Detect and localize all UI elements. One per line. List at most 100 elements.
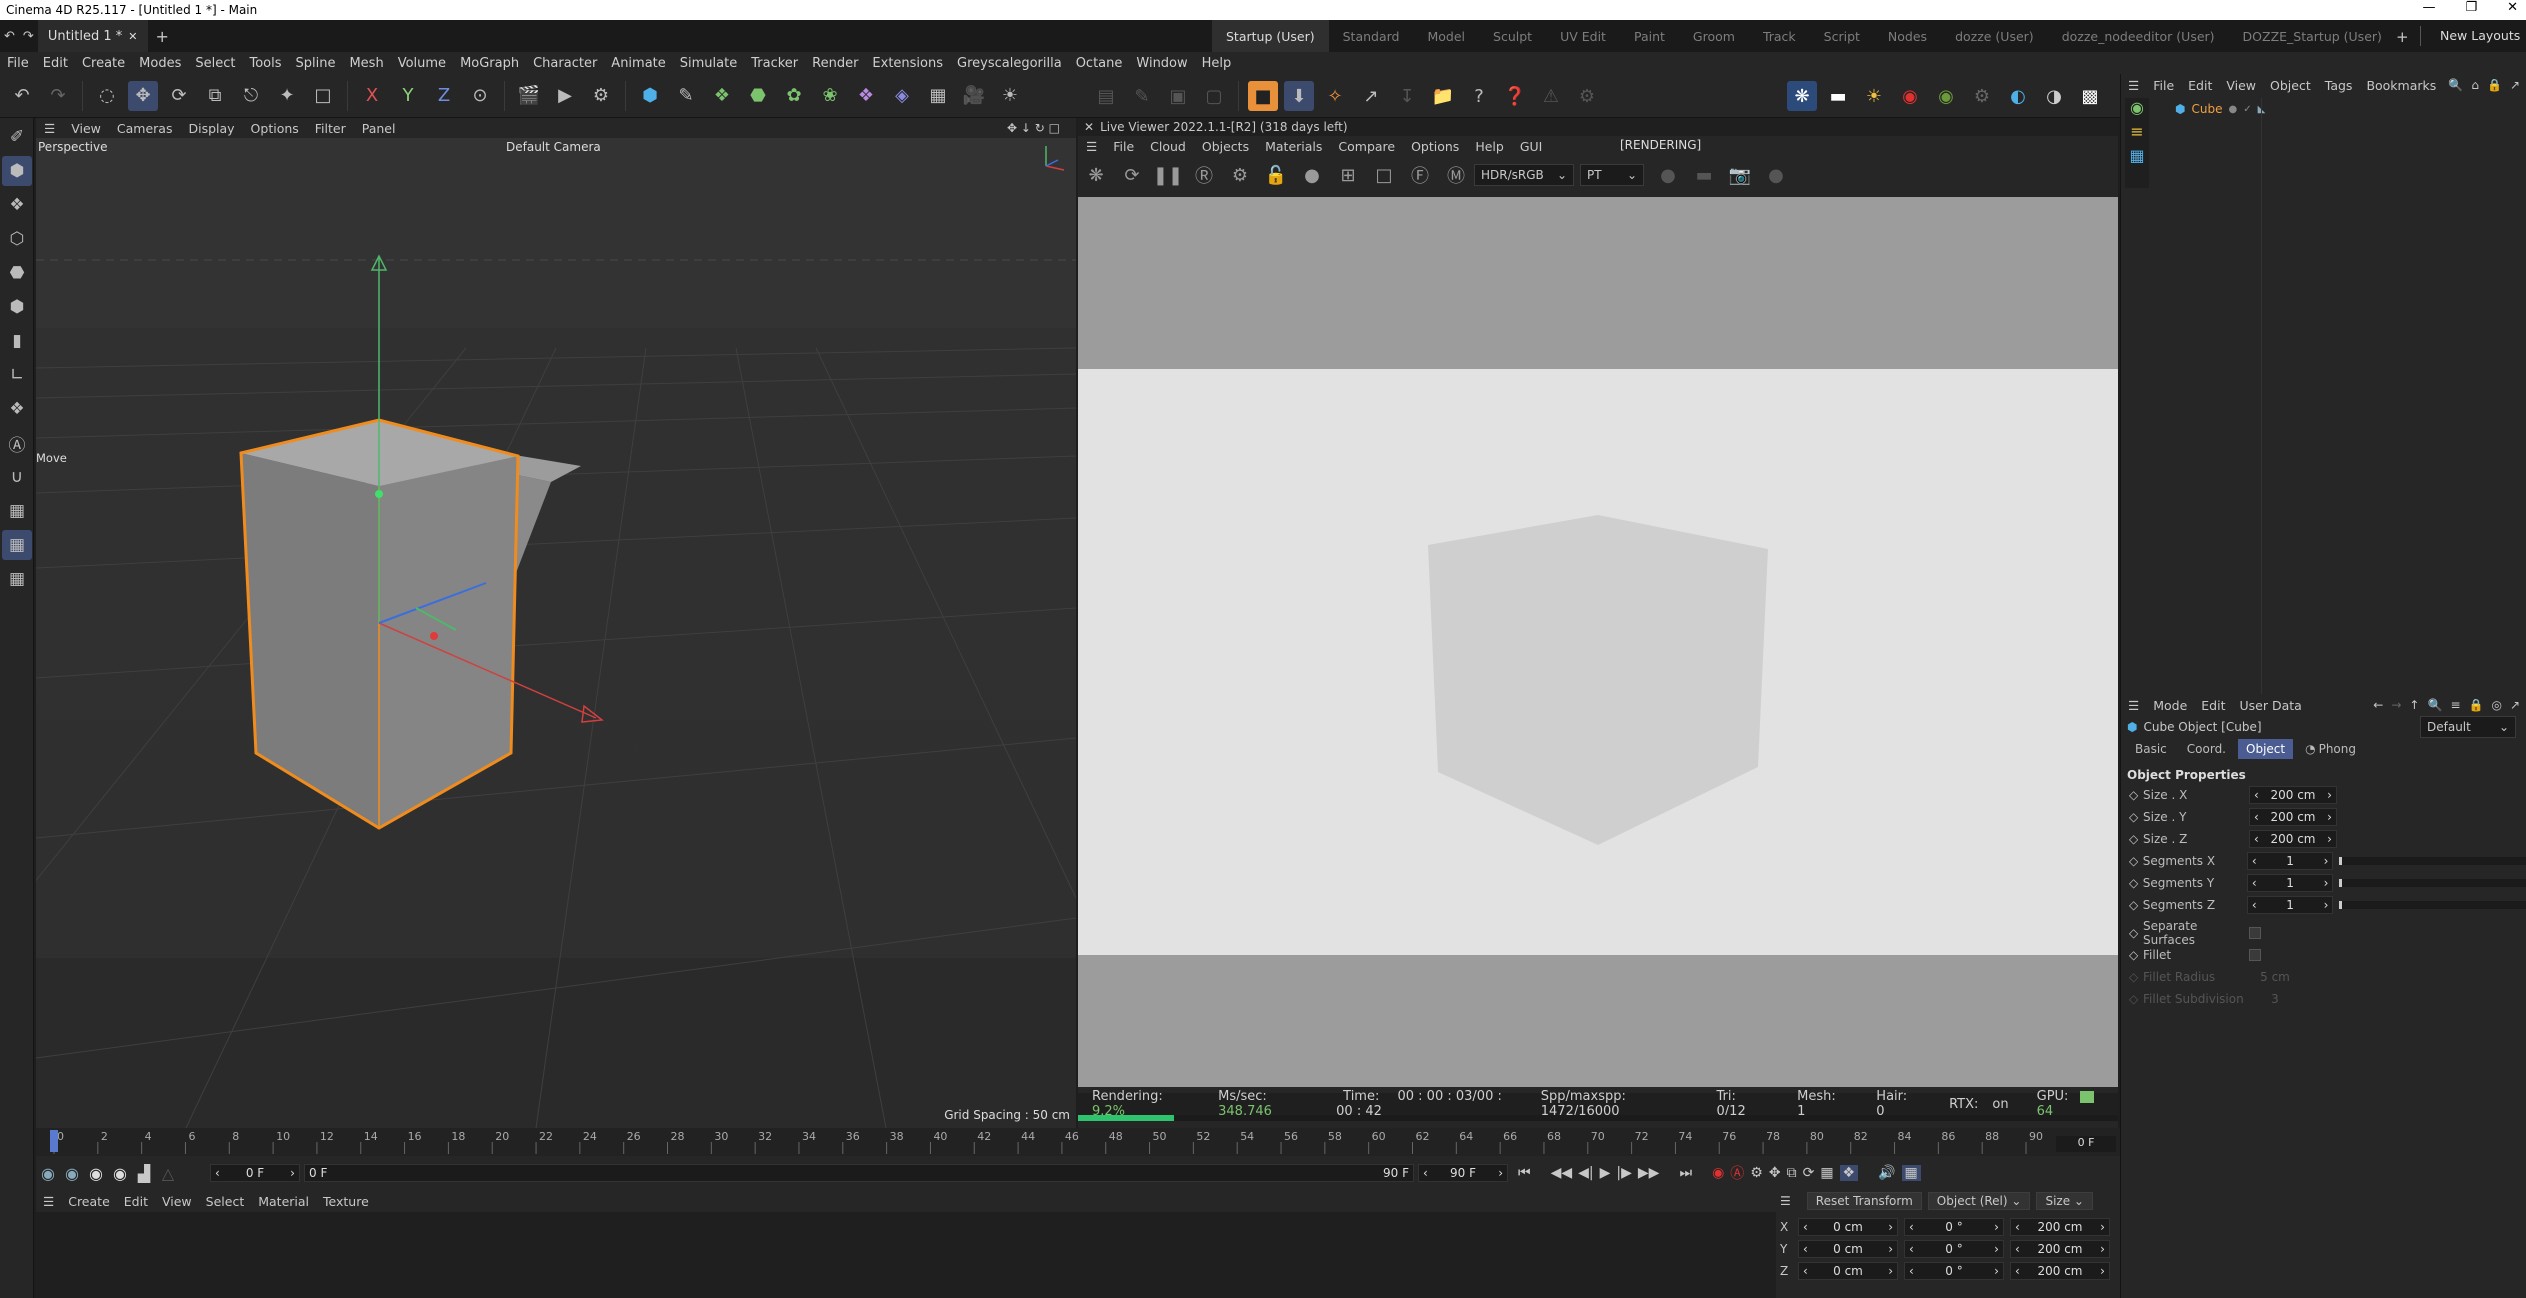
layout-tab[interactable]: dozze (User) — [1941, 20, 2048, 52]
lv-menu-help[interactable]: Help — [1467, 139, 1512, 154]
menu-tools[interactable]: Tools — [242, 56, 288, 71]
segments-slider[interactable] — [2339, 901, 2526, 909]
scale-tool-icon[interactable]: ⧉ — [200, 81, 230, 111]
keyframe-diamond-icon[interactable]: ◇ — [2129, 832, 2143, 846]
locked-workplane-icon[interactable]: ▦ — [2, 530, 32, 560]
sculpt-brush-icon[interactable]: ✐ — [2, 122, 32, 152]
texture-disabled-icon[interactable]: ▣ — [1163, 81, 1193, 111]
minimize-icon[interactable]: — — [2422, 0, 2435, 15]
viewport-menu-panel[interactable]: Panel — [354, 121, 404, 136]
om-menu-view[interactable]: View — [2219, 78, 2263, 93]
undo-button[interactable]: ↶ — [7, 81, 37, 111]
model-mode-icon[interactable]: ⬢ — [2, 156, 32, 186]
start-frame-field[interactable]: ‹ 0 F › — [210, 1164, 300, 1182]
om-menu-file[interactable]: File — [2146, 78, 2181, 93]
add-tab-button[interactable]: + — [148, 27, 177, 46]
snap-magnet-icon[interactable]: ∪ — [2, 462, 32, 492]
subdivision-icon[interactable]: ❖ — [707, 81, 737, 111]
tab-basic[interactable]: Basic — [2127, 739, 2175, 759]
material-menu-material[interactable]: Material — [251, 1194, 316, 1209]
current-frame-field[interactable]: 0 F — [2056, 1136, 2116, 1152]
attr-menu-edit[interactable]: Edit — [2194, 698, 2232, 713]
go-to-start-icon[interactable]: ⏮ — [1518, 1165, 1531, 1181]
tab-coord[interactable]: Coord. — [2179, 739, 2234, 759]
redo-button[interactable]: ↷ — [43, 81, 73, 111]
attribute-menu-icon[interactable]: ☰ — [2121, 698, 2146, 713]
placement-tool-icon[interactable]: □ — [308, 81, 338, 111]
greyscalegorilla-light-icon[interactable]: ▬ — [1823, 81, 1853, 111]
axis-x-button[interactable]: X — [357, 81, 387, 111]
coordinate-pos-field[interactable]: ‹ 0 cm › — [1798, 1262, 1898, 1280]
frame-range-slider[interactable]: 0 F 90 F — [304, 1164, 1414, 1182]
lv-menu-cloud[interactable]: Cloud — [1142, 139, 1194, 154]
color-mode-select[interactable]: HDR/sRGB ⌄ — [1474, 164, 1574, 186]
previous-frame-icon[interactable]: ◀| — [1578, 1165, 1593, 1181]
octane-icon[interactable]: ❋ — [1081, 160, 1111, 190]
attr-menu-user-data[interactable]: User Data — [2233, 698, 2309, 713]
lock-icon[interactable]: 🔒 — [2469, 698, 2484, 712]
maximize-icon[interactable]: ❐ — [2465, 0, 2477, 15]
timeline-ruler[interactable]: 0 2 4 6 8 10 12 14 16 18 20 22 24 26 28 30 32 34 36 38 40 42 4… — [36, 1128, 2120, 1156]
polygon-mode-icon[interactable]: ⬢ — [2, 292, 32, 322]
record-icon[interactable]: ● — [1761, 160, 1791, 190]
snapshot-icon[interactable]: 📷 — [1725, 160, 1755, 190]
attr-value-field[interactable]: ‹ 200 cm › — [2249, 808, 2337, 826]
keyframe-selection-icon[interactable]: ⚙ — [1750, 1165, 1763, 1181]
timeline-options-icon[interactable]: ▦ — [1901, 1165, 1921, 1181]
menu-mograph[interactable]: MoGraph — [453, 56, 526, 71]
next-frame-icon[interactable]: |▶ — [1616, 1165, 1631, 1181]
camera-icon[interactable]: 🎥 — [959, 81, 989, 111]
attr-value-field[interactable]: ‹ 200 cm › — [2249, 830, 2337, 848]
menu-create[interactable]: Create — [75, 56, 132, 71]
menu-window[interactable]: Window — [1129, 56, 1194, 71]
object-manager-menu-icon[interactable]: ☰ — [2121, 78, 2146, 93]
document-tab[interactable]: Untitled 1 * ✕ — [37, 20, 148, 52]
coordinate-size-field[interactable]: ‹ 200 cm › — [2010, 1262, 2110, 1280]
coordinate-system-icon[interactable]: ⊙ — [465, 81, 495, 111]
fcurve-icon[interactable]: ◉ — [108, 1164, 132, 1183]
layout-tab[interactable]: Model — [1414, 20, 1480, 52]
material-menu-create[interactable]: Create — [61, 1194, 117, 1209]
tweak-mode-icon[interactable]: ❖ — [2, 394, 32, 424]
up-arrow-icon[interactable]: ↑ — [2409, 698, 2419, 712]
lv-menu-gui[interactable]: GUI — [1512, 139, 1551, 154]
layers-icon[interactable]: ≡ — [2125, 122, 2149, 146]
om-menu-tags[interactable]: Tags — [2318, 78, 2360, 93]
material-menu-edit[interactable]: Edit — [117, 1194, 155, 1209]
gear-disabled-icon[interactable]: ⚙ — [1572, 81, 1602, 111]
lv-menu-materials[interactable]: Materials — [1257, 139, 1330, 154]
focus-icon[interactable]: □ — [1369, 160, 1399, 190]
menu-extensions[interactable]: Extensions — [865, 56, 950, 71]
pause-icon[interactable]: ❚❚ — [1153, 160, 1183, 190]
kernel-select[interactable]: PT ⌄ — [1580, 164, 1644, 186]
attr-value-field[interactable]: ‹ 1 › — [2246, 852, 2334, 870]
layout-tab[interactable]: Startup (User) — [1212, 20, 1329, 52]
attr-menu-mode[interactable]: Mode — [2146, 698, 2194, 713]
workplane-disabled-icon[interactable]: ▢ — [1199, 81, 1229, 111]
separate-surfaces-checkbox[interactable] — [2249, 927, 2261, 939]
select-tool-icon[interactable]: ⎋ — [236, 81, 266, 111]
add-layout-icon[interactable]: + — [2396, 28, 2409, 46]
rotate-tool-icon[interactable]: ⟳ — [164, 81, 194, 111]
material-menu-view[interactable]: View — [155, 1194, 199, 1209]
redo-history-icon[interactable]: ↷ — [19, 29, 38, 44]
reset-transform-button[interactable]: Reset Transform — [1806, 1192, 1922, 1210]
menu-simulate[interactable]: Simulate — [673, 56, 744, 71]
viewport-menu-cameras[interactable]: Cameras — [109, 121, 181, 136]
mograph-icon[interactable]: ❀ — [815, 81, 845, 111]
camera-label[interactable]: Default Camera — [506, 140, 601, 154]
coordinate-pos-field[interactable]: ‹ 0 cm › — [1798, 1240, 1898, 1258]
om-menu-object[interactable]: Object — [2263, 78, 2318, 93]
layout-tab[interactable]: Track — [1749, 20, 1810, 52]
keyframe-diamond-icon[interactable]: ◇ — [2129, 788, 2143, 802]
coordinate-mode-select[interactable]: Object (Rel) ⌄ — [1927, 1192, 2031, 1210]
lv-menu-compare[interactable]: Compare — [1330, 139, 1403, 154]
keyframe-mode-icon[interactable]: ◉ — [36, 1164, 60, 1183]
keyframe-diamond-icon[interactable]: ◇ — [2129, 854, 2143, 868]
autokey-icon[interactable]: Ⓐ — [1730, 1163, 1744, 1183]
tab-object[interactable]: Object — [2238, 739, 2294, 759]
menu-spline[interactable]: Spline — [289, 56, 343, 71]
next-key-icon[interactable]: ▶▶ — [1638, 1165, 1660, 1181]
material-picker-icon[interactable]: Ⓜ — [1441, 160, 1471, 190]
hdri-icon[interactable]: ◐ — [2003, 81, 2033, 111]
